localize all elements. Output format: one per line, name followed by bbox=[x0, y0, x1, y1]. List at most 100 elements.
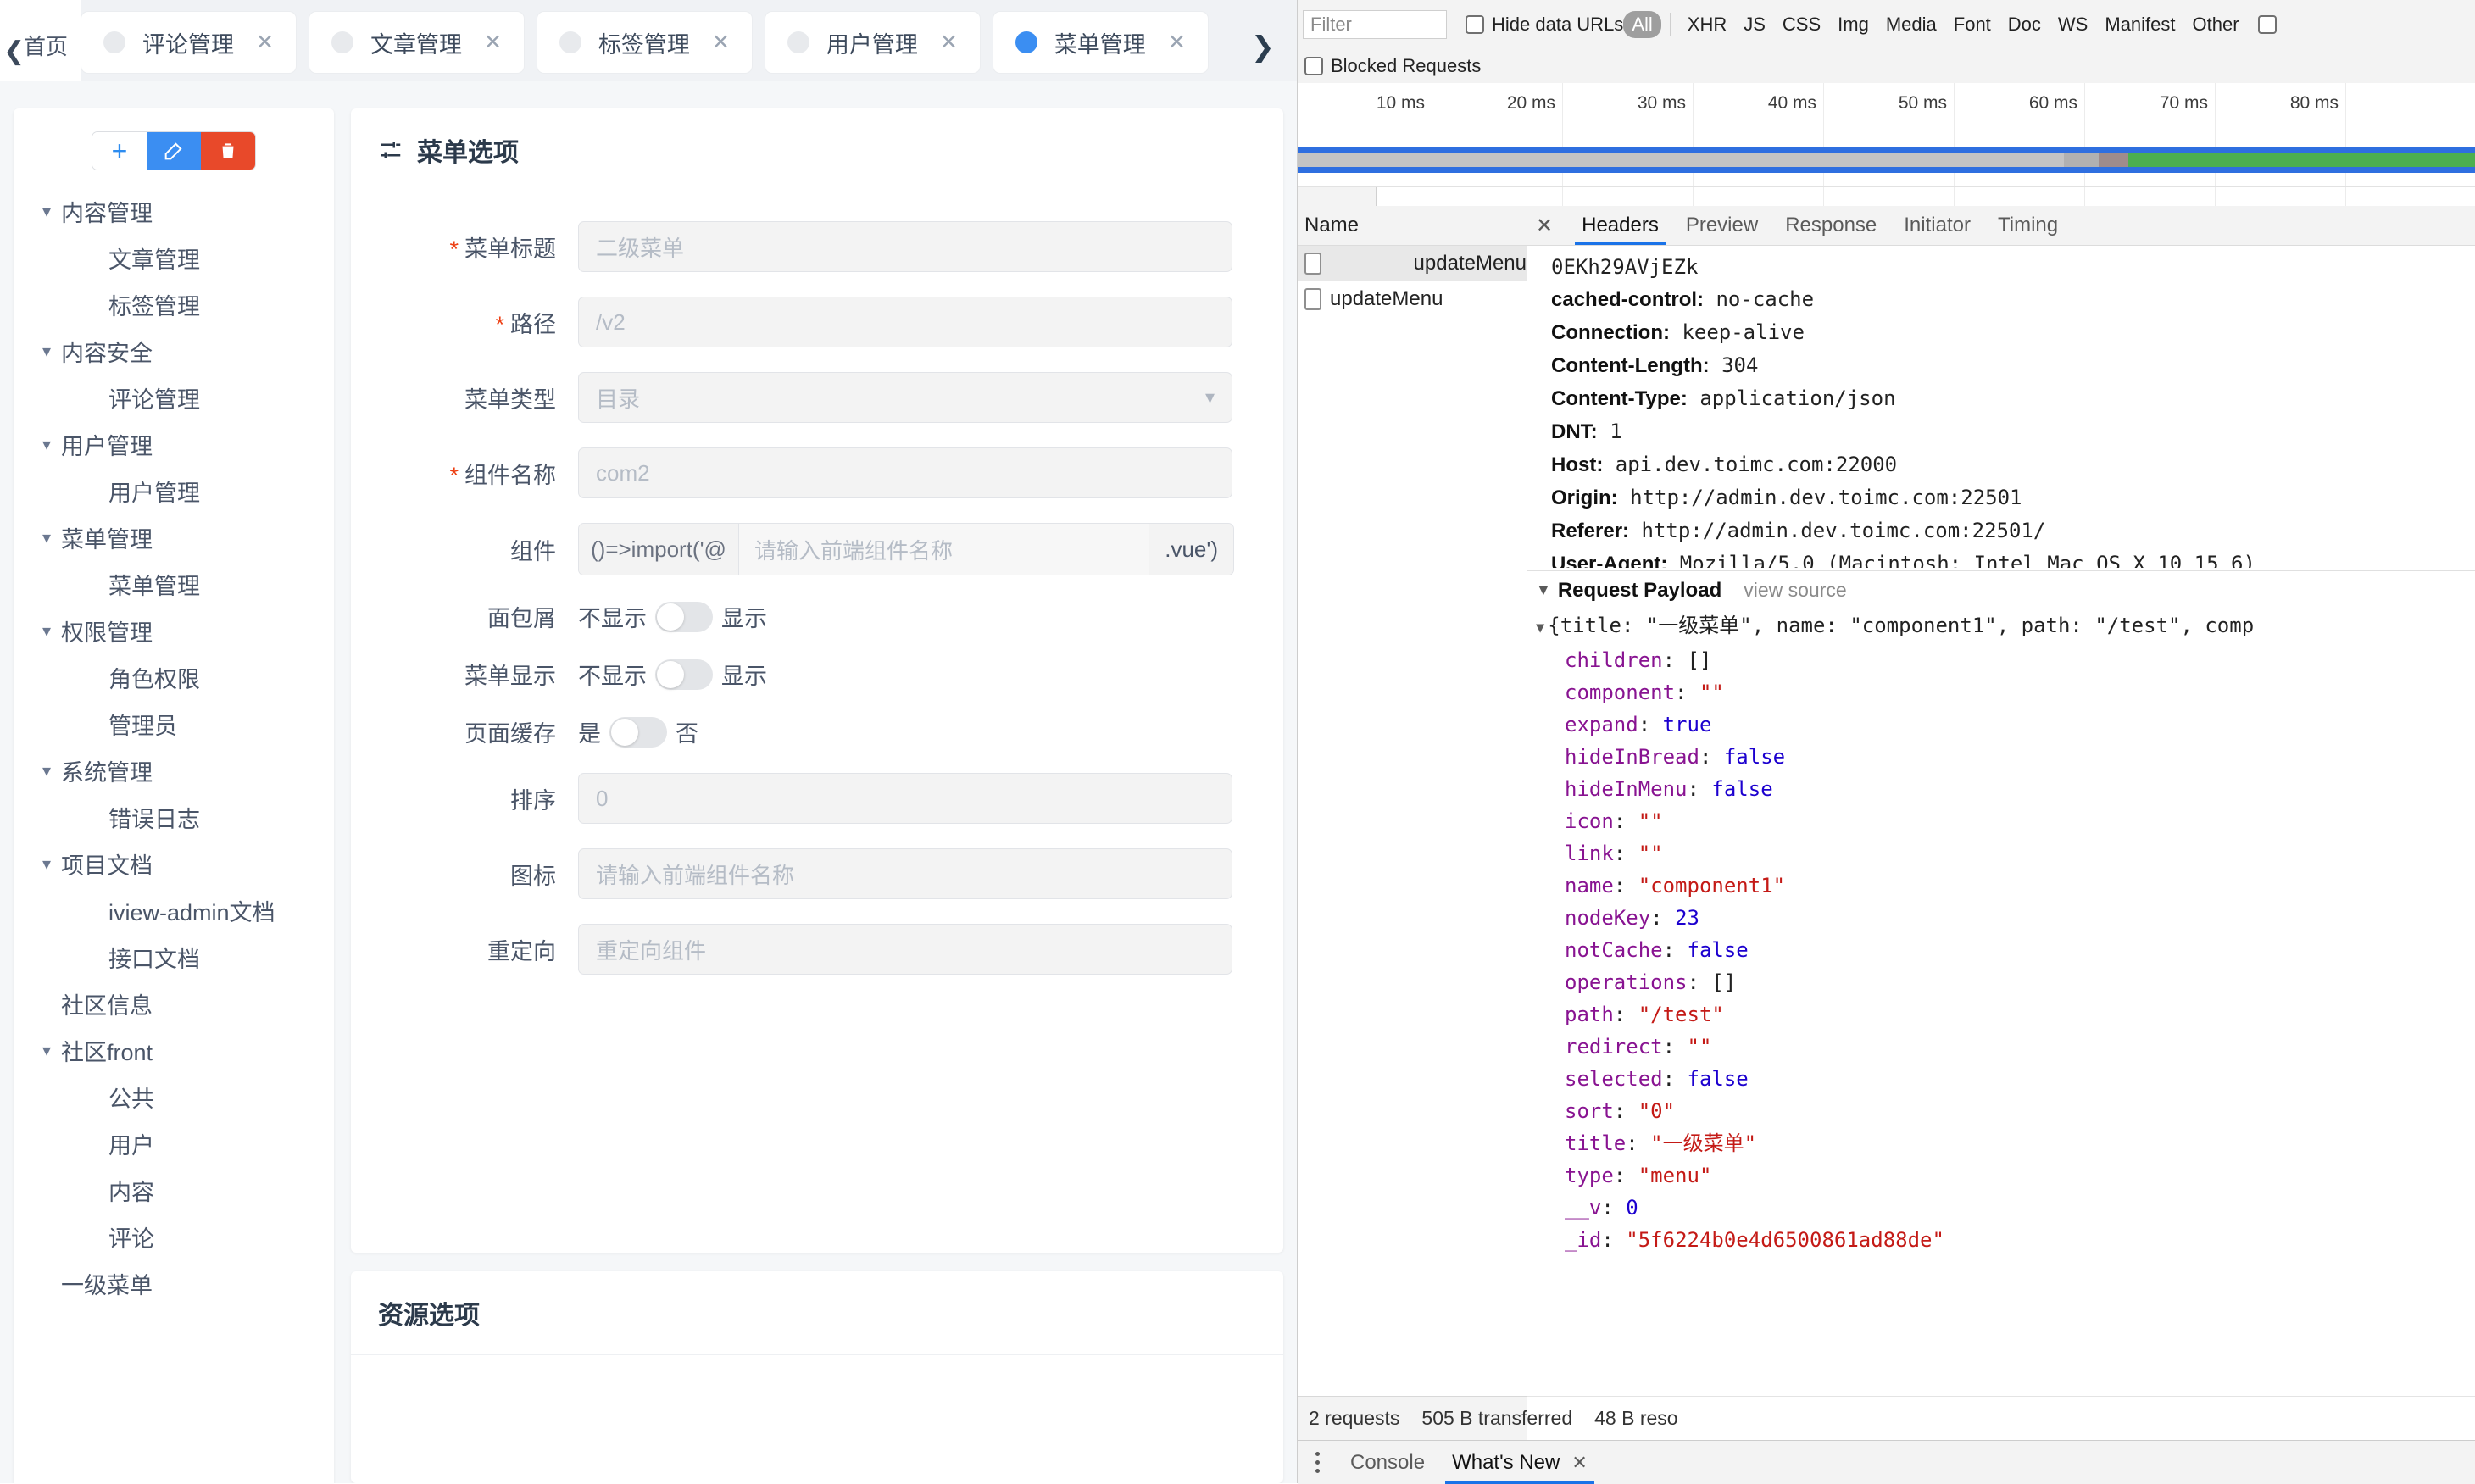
tab-headers[interactable]: Headers bbox=[1568, 206, 1672, 245]
component-name-input[interactable]: com2 bbox=[578, 447, 1232, 498]
tab-close-icon[interactable]: ✕ bbox=[712, 31, 730, 53]
tab-preview[interactable]: Preview bbox=[1672, 206, 1771, 245]
triangle-down-icon[interactable]: ▼ bbox=[1536, 581, 1551, 599]
path-input[interactable]: /v2 bbox=[578, 297, 1232, 347]
resource-filter-ws[interactable]: WS bbox=[2050, 11, 2096, 38]
request-list-column-header[interactable]: Name bbox=[1298, 206, 1527, 246]
tree-node-user-management[interactable]: ▾ 用户管理 bbox=[14, 421, 334, 468]
network-overview-timeline[interactable]: 10 ms 20 ms 30 ms 40 ms 50 ms 60 ms 70 m… bbox=[1298, 83, 2475, 207]
tree-node-role-permission[interactable]: 角色权限 bbox=[14, 654, 334, 701]
resource-filter-img[interactable]: Img bbox=[1829, 11, 1877, 38]
tree-node-article-management[interactable]: 文章管理 bbox=[14, 235, 334, 281]
tree-node-first-level-menu[interactable]: 一级菜单 bbox=[14, 1260, 334, 1307]
icon-input[interactable]: 请输入前端组件名称 bbox=[578, 848, 1232, 899]
resource-filter-font[interactable]: Font bbox=[1945, 11, 1999, 38]
tree-node-content-management[interactable]: ▾ 内容管理 bbox=[14, 188, 334, 235]
tab-article-management[interactable]: 文章管理 ✕ bbox=[309, 12, 524, 73]
tree-node-menu-management-child[interactable]: 菜单管理 bbox=[14, 561, 334, 608]
tree-node-content[interactable]: 内容 bbox=[14, 1167, 334, 1214]
more-vertical-icon[interactable] bbox=[1298, 1452, 1337, 1473]
form-row-redirect: 重定向 重定向组件 bbox=[351, 924, 1283, 975]
hide-data-urls-toggle[interactable]: Hide data URLs bbox=[1466, 14, 1623, 36]
tree-node-content-security[interactable]: ▾ 内容安全 bbox=[14, 328, 334, 375]
chevron-down-icon[interactable]: ▾ bbox=[32, 1040, 61, 1061]
timeline-window-handle-left[interactable] bbox=[1298, 187, 1377, 207]
tab-tag-management[interactable]: 标签管理 ✕ bbox=[537, 12, 752, 73]
tab-menu-management[interactable]: 菜单管理 ✕ bbox=[993, 12, 1208, 73]
request-payload-header[interactable]: ▼ Request Payload view source bbox=[1527, 570, 2475, 609]
tab-initiator[interactable]: Initiator bbox=[1890, 206, 1984, 245]
timeline-tick-label: 50 ms bbox=[1898, 93, 1947, 113]
timeline-window-scrollbar[interactable] bbox=[1298, 186, 2475, 207]
overflow-checkbox-icon[interactable] bbox=[2257, 15, 2277, 34]
payload-summary-row[interactable]: ▼ {title: "一级菜单", name: "component1", pat… bbox=[1536, 609, 2475, 644]
request-row-updatemenu-1[interactable]: updateMenu bbox=[1298, 246, 1527, 281]
resource-filter-all[interactable]: All bbox=[1623, 11, 1661, 38]
chevron-left-icon[interactable]: ❮ bbox=[3, 39, 25, 64]
checkbox-icon[interactable] bbox=[1466, 15, 1484, 34]
request-row-updatemenu-2[interactable]: updateMenu bbox=[1298, 281, 1527, 317]
resource-filter-css[interactable]: CSS bbox=[1774, 11, 1829, 38]
breadcrumb-toggle[interactable] bbox=[655, 601, 713, 632]
tab-home-partial-label[interactable]: 首页 bbox=[24, 30, 68, 61]
tab-close-icon[interactable]: ✕ bbox=[484, 31, 502, 53]
tab-close-icon[interactable]: ✕ bbox=[940, 31, 958, 53]
tree-node-public[interactable]: 公共 bbox=[14, 1074, 334, 1120]
drawer-tab-whats-new[interactable]: What's New ✕ bbox=[1438, 1441, 1601, 1484]
tree-node-community-front[interactable]: ▾ 社区front bbox=[14, 1027, 334, 1074]
resource-filter-manifest[interactable]: Manifest bbox=[2096, 11, 2183, 38]
component-input[interactable]: 请输入前端组件名称 bbox=[738, 524, 1149, 575]
resource-filter-other[interactable]: Other bbox=[2184, 11, 2248, 38]
delete-menu-button[interactable] bbox=[201, 132, 255, 170]
tree-node-error-log[interactable]: 错误日志 bbox=[14, 794, 334, 841]
tree-node-system-management[interactable]: ▾ 系统管理 bbox=[14, 748, 334, 794]
redirect-input[interactable]: 重定向组件 bbox=[578, 924, 1232, 975]
add-menu-button[interactable]: + bbox=[92, 132, 147, 170]
tree-node-comment[interactable]: 评论 bbox=[14, 1214, 334, 1260]
breadcrumb-on-text: 显示 bbox=[721, 606, 767, 631]
tree-node-project-docs[interactable]: ▾ 项目文档 bbox=[14, 841, 334, 887]
tab-timing[interactable]: Timing bbox=[1984, 206, 2072, 245]
chevron-down-icon[interactable]: ▾ bbox=[32, 434, 61, 455]
chevron-down-icon[interactable]: ▾ bbox=[32, 341, 61, 362]
resource-filter-media[interactable]: Media bbox=[1877, 11, 1945, 38]
tab-close-icon[interactable]: ✕ bbox=[1168, 31, 1186, 53]
close-icon[interactable]: ✕ bbox=[1571, 1452, 1587, 1474]
tab-response[interactable]: Response bbox=[1771, 206, 1890, 245]
chevron-down-icon[interactable]: ▾ bbox=[32, 760, 61, 781]
filter-input[interactable]: Filter bbox=[1303, 10, 1447, 39]
tree-node-administrator[interactable]: 管理员 bbox=[14, 701, 334, 748]
checkbox-icon[interactable] bbox=[1304, 57, 1323, 75]
chevron-right-icon[interactable]: ❯ bbox=[1251, 32, 1275, 60]
resource-filter-xhr[interactable]: XHR bbox=[1679, 11, 1735, 38]
resource-filter-doc[interactable]: Doc bbox=[1999, 11, 2050, 38]
chevron-down-icon[interactable]: ▾ bbox=[32, 853, 61, 875]
sort-input[interactable]: 0 bbox=[578, 773, 1232, 824]
tree-node-permission-management[interactable]: ▾ 权限管理 bbox=[14, 608, 334, 654]
tree-node-community-info[interactable]: 社区信息 bbox=[14, 981, 334, 1027]
tree-node-user[interactable]: 用户 bbox=[14, 1120, 334, 1167]
tree-node-iview-admin-docs[interactable]: iview-admin文档 bbox=[14, 887, 334, 934]
menu-type-select[interactable]: 目录 ▾ bbox=[578, 372, 1232, 423]
tab-comment-management[interactable]: 评论管理 ✕ bbox=[81, 12, 296, 73]
edit-menu-button[interactable] bbox=[147, 132, 201, 170]
chevron-down-icon[interactable]: ▾ bbox=[32, 620, 61, 642]
tree-node-menu-management[interactable]: ▾ 菜单管理 bbox=[14, 514, 334, 561]
menu-display-toggle[interactable] bbox=[655, 659, 713, 690]
tree-node-user-management-child[interactable]: 用户管理 bbox=[14, 468, 334, 514]
view-source-link[interactable]: view source bbox=[1744, 579, 1846, 602]
tree-node-tag-management[interactable]: 标签管理 bbox=[14, 281, 334, 328]
chevron-down-icon[interactable]: ▾ bbox=[32, 527, 61, 548]
page-cache-toggle[interactable] bbox=[609, 716, 667, 748]
triangle-down-icon[interactable]: ▼ bbox=[1536, 620, 1544, 636]
menu-title-input[interactable]: 二级菜单 bbox=[578, 221, 1232, 272]
resource-filter-js[interactable]: JS bbox=[1735, 11, 1774, 38]
drawer-tab-console[interactable]: Console bbox=[1337, 1441, 1438, 1484]
tab-close-icon[interactable]: ✕ bbox=[256, 31, 274, 53]
tree-node-api-docs[interactable]: 接口文档 bbox=[14, 934, 334, 981]
tab-user-management[interactable]: 用户管理 ✕ bbox=[765, 12, 980, 73]
tree-node-comment-management[interactable]: 评论管理 bbox=[14, 375, 334, 421]
close-detail-icon[interactable]: ✕ bbox=[1536, 214, 1553, 238]
tab-strip-left-edge[interactable]: ❮ 首页 bbox=[0, 0, 81, 81]
chevron-down-icon[interactable]: ▾ bbox=[32, 201, 61, 222]
